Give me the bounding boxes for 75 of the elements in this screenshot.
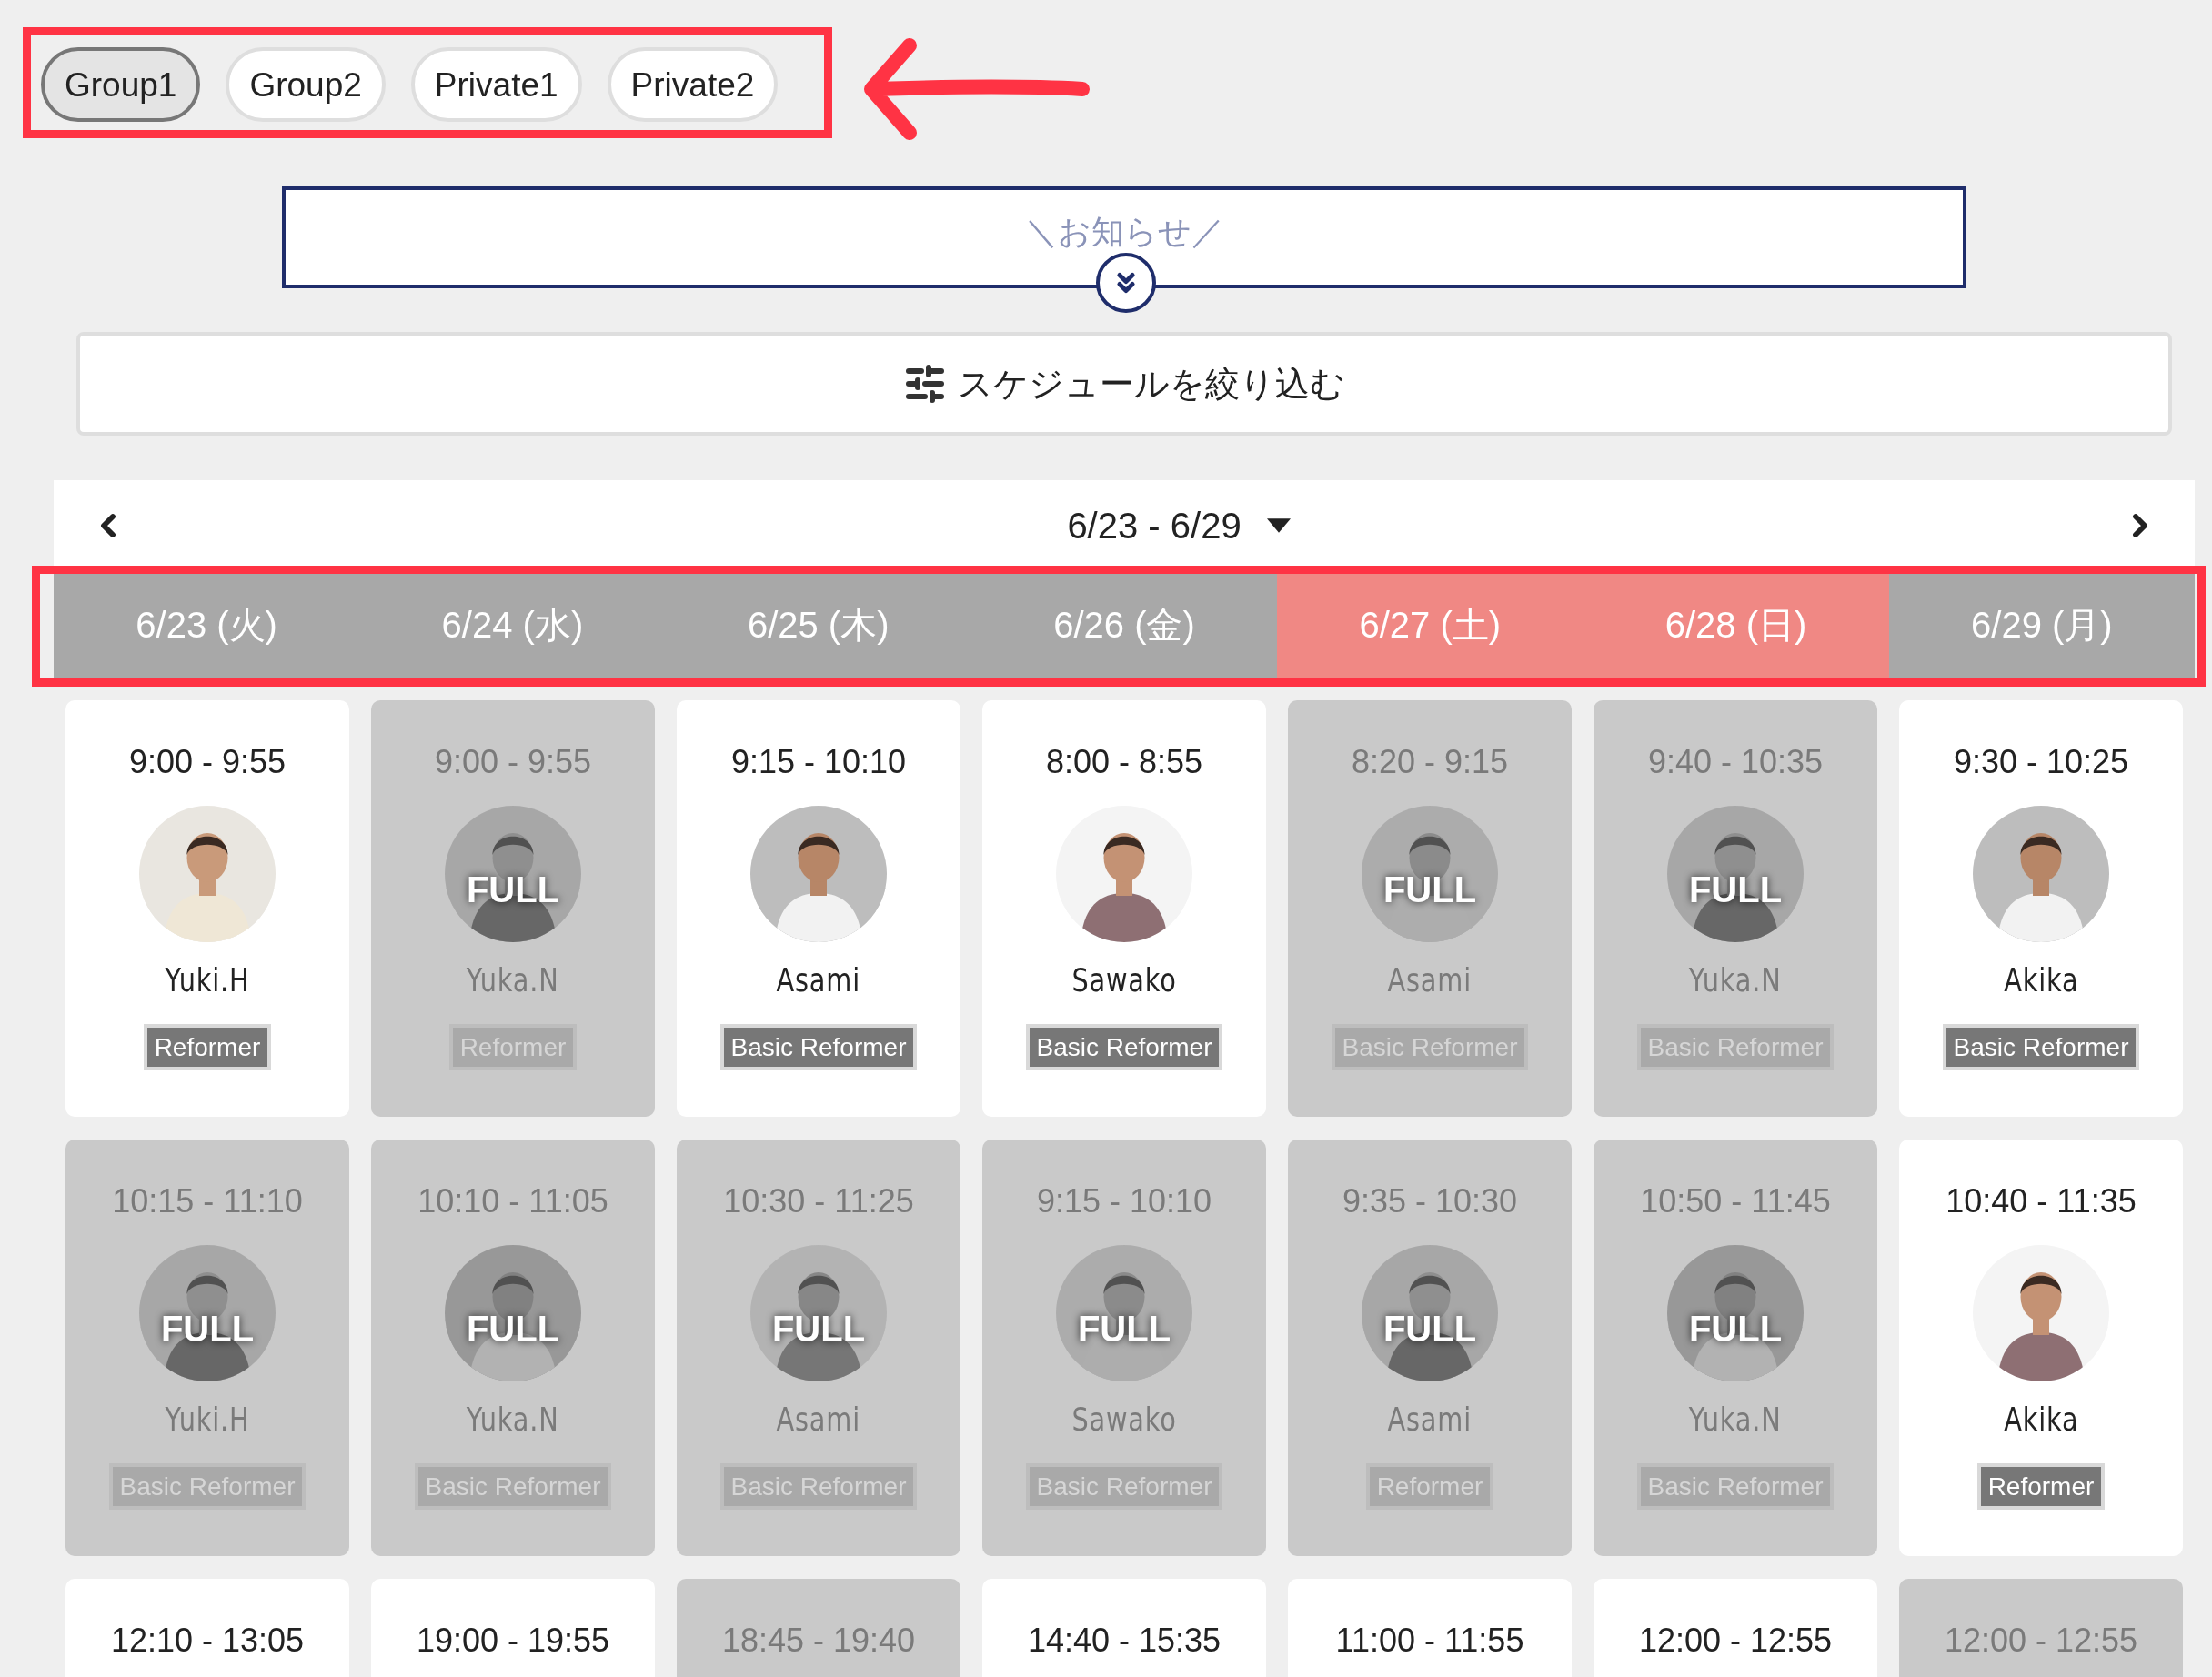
full-label: FULL [159,1310,256,1347]
lesson-time: 18:45 - 19:40 [721,1624,916,1657]
lesson-card[interactable]: 12:00 - 12:55 [1594,1579,1877,1677]
lesson-time: 9:40 - 10:35 [1647,746,1824,778]
instructor-name: Yuka.N [1689,964,1782,997]
full-label: FULL [1687,871,1784,908]
lesson-time: 10:15 - 11:10 [112,1185,303,1218]
full-label: FULL [1382,1310,1478,1347]
day-header: 6/27 (土) [1277,571,1584,678]
lesson-card[interactable]: 12:10 - 13:05 [65,1579,349,1677]
plan-tab[interactable]: Group1 [41,47,201,122]
instructor-name: Yuka.N [1689,1403,1782,1436]
lesson-card[interactable]: 14:40 - 15:35 [982,1579,1266,1677]
caret-down-icon [1266,518,1291,533]
plan-tab[interactable]: Private2 [607,47,779,122]
lesson-time: 19:00 - 19:55 [416,1624,610,1657]
instructor-name: Yuki.H [165,1403,250,1436]
full-label: FULL [465,1310,561,1347]
lesson-card[interactable]: 19:00 - 19:55 [371,1579,655,1677]
lesson-time: 9:00 - 9:55 [128,746,287,778]
week-range-dropdown[interactable]: 6/23 - 6/29 [1067,498,1291,553]
lesson-time: 9:15 - 10:10 [730,746,907,778]
instructor-name: Asami [776,964,861,997]
instructor-name: Sawako [1071,1403,1177,1436]
instructor-name: Yuka.N [467,964,559,997]
sliders-icon [903,362,947,406]
lesson-time: 9:15 - 10:10 [1036,1185,1212,1218]
lesson-time: 8:20 - 9:15 [1351,746,1509,778]
lesson-card[interactable]: 10:40 - 11:35 Akika Reformer [1899,1140,2183,1556]
instructor-name: Asami [776,1403,861,1436]
instructor-name: Akika [2003,1403,2079,1436]
full-label: FULL [1076,1310,1172,1347]
lesson-time: 9:30 - 10:25 [1953,746,2129,778]
lesson-time: 10:40 - 11:35 [1946,1185,2137,1218]
lesson-time: 8:00 - 8:55 [1045,746,1203,778]
day-header: 6/23 (火) [54,571,360,678]
full-label: FULL [1382,871,1478,908]
lesson-card[interactable]: 11:00 - 11:55 [1288,1579,1572,1677]
lesson-time: 10:50 - 11:45 [1640,1185,1831,1218]
plan-tab[interactable]: Private1 [410,47,582,122]
lesson-card[interactable]: 9:15 - 10:10 Asami Basic Reformer [677,700,960,1117]
lesson-time: 12:10 - 13:05 [110,1624,305,1657]
day-header: 6/26 (金) [970,571,1278,678]
filter-button[interactable]: スケジュールを絞り込む [76,332,2172,436]
lesson-card[interactable]: 9:00 - 9:55 Yuki.H Reformer [65,700,349,1117]
full-label: FULL [1687,1310,1784,1347]
day-header: 6/28 (日) [1583,571,1889,678]
lesson-time: 12:00 - 12:55 [1638,1624,1833,1657]
lesson-time: 10:10 - 11:05 [417,1185,608,1218]
notice-title: ＼お知らせ／ [1024,216,1224,248]
instructor-name: Yuka.N [467,1403,559,1436]
instructor-name: Akika [2003,964,2079,997]
instructor-name: Sawako [1071,964,1177,997]
class-tag: Reformer [1976,1463,2106,1510]
class-tag: Basic Reformer [1942,1024,2140,1070]
class-tag: Basic Reformer [719,1024,918,1070]
plan-tab[interactable]: Group2 [226,47,386,122]
lesson-time: 14:40 - 15:35 [1027,1624,1222,1657]
lesson-card[interactable]: 9:30 - 10:25 Akika Basic Reformer [1899,700,2183,1117]
class-tag: Basic Reformer [1025,1024,1223,1070]
lesson-time: 10:30 - 11:25 [723,1185,914,1218]
lesson-time: 12:00 - 12:55 [1944,1624,2138,1657]
instructor-name: Yuki.H [165,964,250,997]
lesson-card[interactable]: 8:00 - 8:55 Sawako Basic Reformer [982,700,1266,1117]
lesson-time: 11:00 - 11:55 [1335,1624,1524,1657]
day-header: 6/24 (水) [359,571,666,678]
full-label: FULL [465,871,561,908]
lesson-time: 9:00 - 9:55 [434,746,592,778]
instructor-name: Asami [1387,964,1473,997]
full-label: FULL [770,1310,867,1347]
lesson-time: 9:35 - 10:30 [1342,1185,1518,1218]
class-tag: Reformer [143,1024,272,1070]
instructor-name: Asami [1387,1403,1473,1436]
day-header: 6/25 (木) [665,571,971,678]
day-header: 6/29 (月) [1888,571,2195,678]
